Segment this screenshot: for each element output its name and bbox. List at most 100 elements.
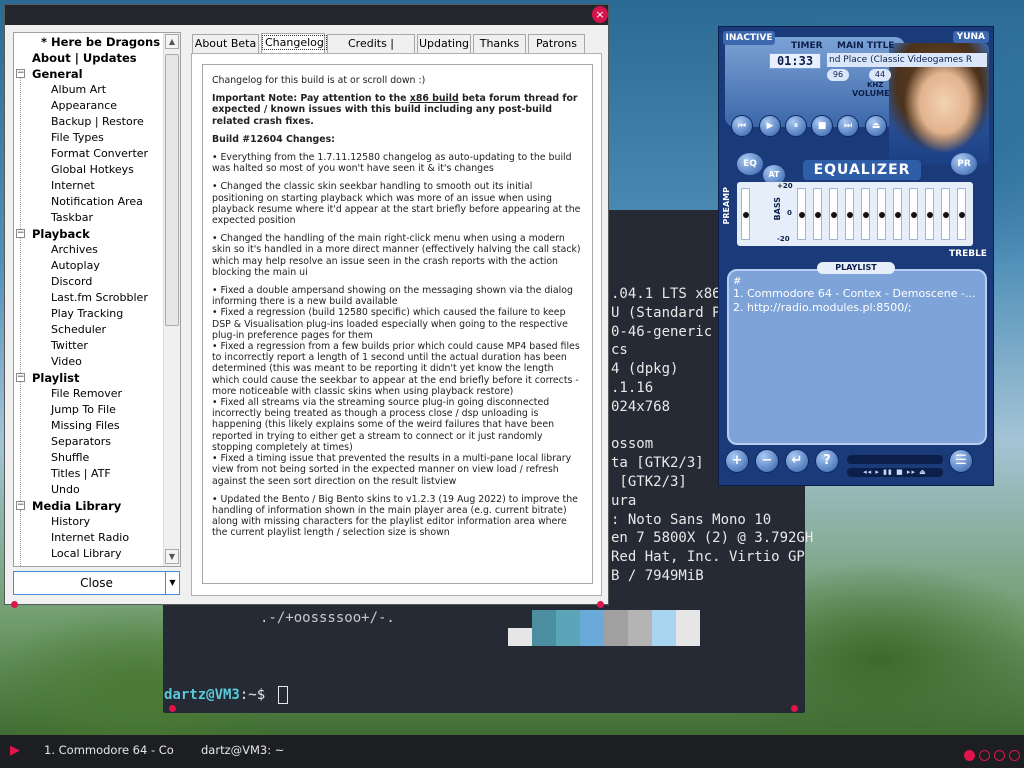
tree-item-scheduler[interactable]: Scheduler [51, 322, 106, 338]
tree-item-jump-to-file[interactable]: Jump To File [51, 402, 116, 418]
menu-icon[interactable]: ☰ [949, 449, 973, 473]
scroll-up-icon[interactable]: ▲ [165, 34, 179, 49]
tree-item-about-updates[interactable]: About | Updates [32, 50, 137, 66]
tree-item-notification-area[interactable]: Notification Area [51, 194, 143, 210]
tree-item-appearance[interactable]: Appearance [51, 98, 117, 114]
close-icon[interactable]: × [592, 6, 608, 23]
next-icon[interactable]: ⏭ [837, 115, 859, 137]
scroll-thumb[interactable] [165, 54, 179, 326]
tree-item-internet[interactable]: Internet [51, 178, 95, 194]
tree-scrollbar[interactable]: ▲ ▼ [163, 33, 180, 566]
workspace-dot[interactable] [979, 750, 990, 761]
changelog-text[interactable]: Changelog for this build is at or scroll… [202, 64, 593, 584]
eq-band-slider[interactable] [957, 188, 966, 240]
x86-build-link[interactable]: x86 build [410, 93, 459, 104]
tree-item-video[interactable]: Video [51, 354, 82, 370]
tree-item-album-art[interactable]: Album Art [51, 82, 106, 98]
tree-item-here-be-dragons[interactable]: * Here be Dragons * [41, 34, 170, 50]
shell-prompt[interactable]: dartz@VM3:~$ [164, 686, 288, 704]
playlist[interactable]: # 1. Commodore 64 - Contex - Demoscene -… [727, 269, 987, 445]
eq-band-slider[interactable] [813, 188, 822, 240]
dialog-titlebar[interactable] [5, 5, 608, 25]
tab-about-beta[interactable]: About Beta [192, 34, 259, 53]
slider-knob[interactable] [799, 212, 805, 218]
play-icon[interactable]: ▶ [10, 744, 24, 758]
tab-changelog[interactable]: Changelog [261, 33, 327, 54]
collapse-icon[interactable]: − [16, 501, 25, 510]
slider-knob[interactable] [879, 212, 885, 218]
tree-item-titles-atf[interactable]: Titles | ATF [51, 466, 111, 482]
tree-item-discord[interactable]: Discord [51, 274, 92, 290]
tab-credits-licenses[interactable]: Credits | Licenses [327, 34, 415, 68]
tab-updating[interactable]: Updating [417, 34, 471, 53]
workspace-dot[interactable] [964, 750, 975, 761]
add-icon[interactable]: + [725, 449, 749, 473]
tree-item-archives[interactable]: Archives [51, 242, 98, 258]
eq-band-slider[interactable] [893, 188, 902, 240]
tree-item-last-fm-scrobbler[interactable]: Last.fm Scrobbler [51, 290, 148, 306]
taskbar-item-terminal[interactable]: dartz@VM3: ~ [201, 743, 284, 757]
slider-knob[interactable] [847, 212, 853, 218]
eq-band-slider[interactable] [829, 188, 838, 240]
eq-band-slider[interactable] [845, 188, 854, 240]
time-display[interactable]: 01:33 [769, 53, 821, 69]
tree-item-play-tracking[interactable]: Play Tracking [51, 306, 123, 322]
taskbar-item-winamp[interactable]: 1. Commodore 64 - Co [44, 743, 174, 757]
close-button[interactable]: Close ▼ [13, 571, 180, 595]
preamp-slider[interactable] [741, 188, 750, 240]
help-icon[interactable]: ? [815, 449, 839, 473]
tree-item-internet-radio[interactable]: Internet Radio [51, 530, 129, 546]
play-icon[interactable]: ▶ [759, 115, 781, 137]
tree-item-file-types[interactable]: File Types [51, 130, 104, 146]
mini-seekbar[interactable] [847, 455, 943, 464]
tree-item-playlist[interactable]: Playlist [32, 370, 80, 386]
tree-item-twitter[interactable]: Twitter [51, 338, 88, 354]
tree-item-missing-files[interactable]: Missing Files [51, 418, 120, 434]
slider-knob[interactable] [927, 212, 933, 218]
mini-transport[interactable]: ◂◂ ▸ ▮▮ ■ ▸▸ ⏏ [847, 468, 943, 477]
collapse-icon[interactable]: − [16, 229, 25, 238]
tree-item-general[interactable]: General [32, 66, 83, 82]
eq-toggle-button[interactable]: EQ [737, 153, 763, 175]
eject-icon[interactable]: ⏏ [865, 115, 887, 137]
eq-band-slider[interactable] [909, 188, 918, 240]
remove-icon[interactable]: − [755, 449, 779, 473]
tree-item-file-remover[interactable]: File Remover [51, 386, 122, 402]
tree-item-separators[interactable]: Separators [51, 434, 111, 450]
tree-item-history[interactable]: History [51, 514, 90, 530]
tab-patrons[interactable]: Patrons [528, 34, 585, 53]
tree-item-backup-restore[interactable]: Backup | Restore [51, 114, 144, 130]
tree-item-taskbar[interactable]: Taskbar [51, 210, 93, 226]
collapse-icon[interactable]: − [16, 373, 25, 382]
stop-icon[interactable]: ■ [811, 115, 833, 137]
tree-item-shuffle[interactable]: Shuffle [51, 450, 89, 466]
slider-knob[interactable] [911, 212, 917, 218]
eq-band-slider[interactable] [941, 188, 950, 240]
eq-band-slider[interactable] [925, 188, 934, 240]
tree-item-global-hotkeys[interactable]: Global Hotkeys [51, 162, 134, 178]
tree-item-local-library[interactable]: Local Library [51, 546, 121, 562]
workspace-dot[interactable] [994, 750, 1005, 761]
collapse-icon[interactable]: − [16, 69, 25, 78]
playlist-entry[interactable]: 1. Commodore 64 - Contex - Demoscene -..… [733, 287, 981, 301]
select-icon[interactable]: ↵ [785, 449, 809, 473]
slider-knob[interactable] [815, 212, 821, 218]
tree-item-undo[interactable]: Undo [51, 482, 80, 498]
previous-icon[interactable]: ⏮ [731, 115, 753, 137]
tree-item-media-library[interactable]: Media Library [32, 498, 121, 514]
pause-icon[interactable]: ⏸ [785, 115, 807, 137]
slider-knob[interactable] [743, 212, 749, 218]
slider-knob[interactable] [895, 212, 901, 218]
workspace-switcher[interactable] [960, 746, 1020, 765]
workspace-dot[interactable] [1009, 750, 1020, 761]
slider-knob[interactable] [863, 212, 869, 218]
scroll-down-icon[interactable]: ▼ [165, 549, 179, 564]
playlist-entry[interactable]: 2. http://radio.modules.pl:8500/; [733, 301, 981, 315]
slider-knob[interactable] [959, 212, 965, 218]
tree-item-format-converter[interactable]: Format Converter [51, 146, 148, 162]
preferences-tree[interactable]: * Here be Dragons * About | Updates − Gener… [13, 32, 181, 567]
tree-item-playback[interactable]: Playback [32, 226, 90, 242]
eq-presets-button[interactable]: PR [951, 153, 977, 175]
tree-item-autoplay[interactable]: Autoplay [51, 258, 100, 274]
slider-knob[interactable] [943, 212, 949, 218]
